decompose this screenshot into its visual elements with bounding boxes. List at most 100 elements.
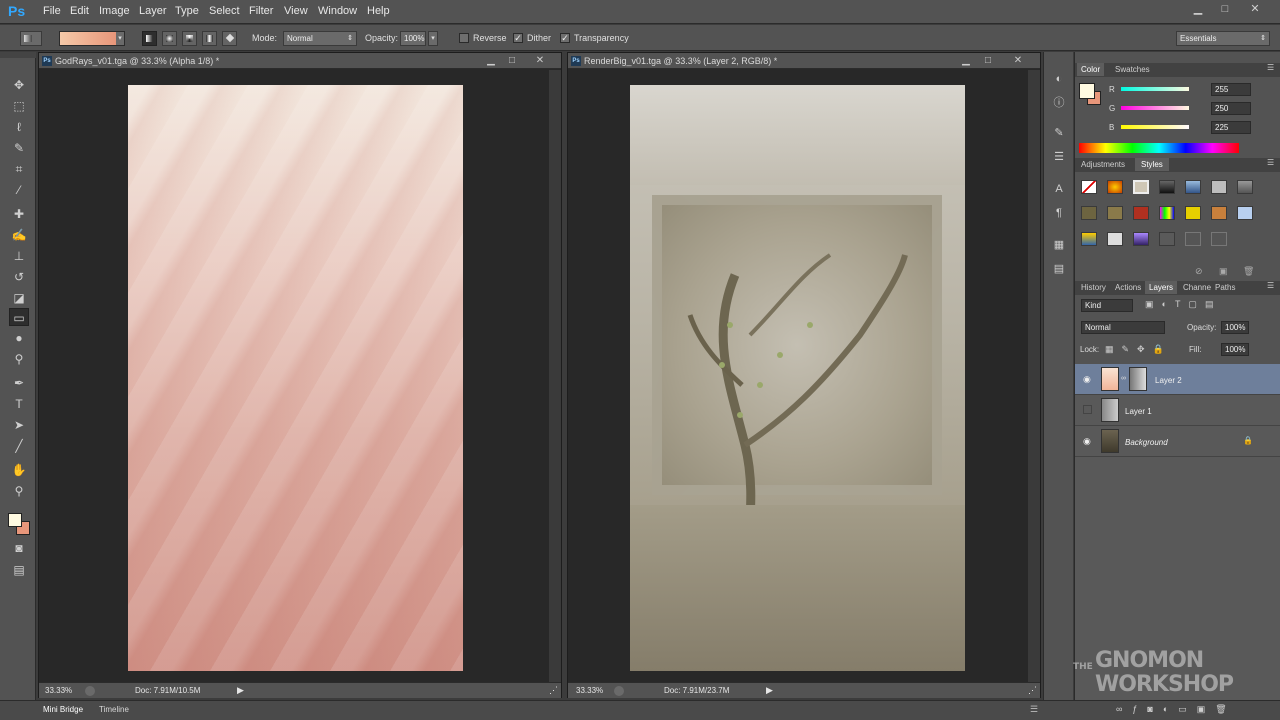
resize-grip-icon[interactable]: ⋰ [1028, 683, 1037, 698]
move-tool-icon[interactable]: ✥ [9, 76, 29, 94]
opacity-input[interactable]: 100% [400, 31, 426, 46]
layer-filter-icons[interactable]: ▣◐T▢▤ [1145, 299, 1221, 310]
tab-channels[interactable]: Channe [1179, 281, 1215, 294]
style-swatch[interactable] [1133, 180, 1149, 194]
style-swatch[interactable] [1211, 232, 1227, 246]
tool-presets-icon[interactable]: ☰ [1052, 150, 1066, 164]
panel-menu-icon[interactable]: ☰ [1267, 63, 1274, 72]
radial-gradient-button[interactable] [162, 31, 177, 46]
mode-select[interactable]: Normal ⇕ [283, 31, 357, 46]
doc-close-button[interactable]: ✕ [532, 53, 548, 69]
style-swatch[interactable] [1081, 180, 1097, 194]
menu-help[interactable]: Help [367, 5, 390, 17]
menu-layer[interactable]: Layer [139, 5, 167, 17]
eraser-tool-icon[interactable]: ◪ [9, 289, 29, 307]
app-maximize-button[interactable]: □ [1214, 2, 1236, 18]
g-slider[interactable] [1121, 106, 1189, 110]
color-foreground-swatch[interactable] [1079, 83, 1095, 99]
dither-checkbox[interactable]: ✓ [513, 33, 523, 43]
new-style-icon[interactable]: ▣ [1219, 266, 1228, 277]
opacity-dropdown-button[interactable]: ▾ [428, 31, 438, 46]
menu-select[interactable]: Select [209, 5, 240, 17]
doc-maximize-button[interactable]: □ [980, 53, 996, 69]
menu-view[interactable]: View [284, 5, 308, 17]
brush-panel-icon[interactable]: ✎ [1052, 126, 1066, 140]
line-tool-icon[interactable]: ╱ [9, 437, 29, 455]
tab-adjustments[interactable]: Adjustments [1077, 158, 1129, 171]
healing-brush-tool-icon[interactable]: ✚ [9, 205, 29, 223]
dodge-tool-icon[interactable]: ⚲ [9, 350, 29, 368]
style-swatch[interactable] [1159, 206, 1175, 220]
style-swatch[interactable] [1185, 180, 1201, 194]
blur-tool-icon[interactable]: ● [9, 329, 29, 347]
panel-menu-icon[interactable]: ☰ [1267, 281, 1274, 290]
lasso-tool-icon[interactable]: ℓ [9, 118, 29, 136]
r-value-input[interactable]: 255 [1211, 83, 1251, 96]
tab-styles[interactable]: Styles [1135, 158, 1169, 171]
style-swatch[interactable] [1211, 180, 1227, 194]
canvas-image-godrays[interactable] [128, 85, 463, 671]
tab-paths[interactable]: Paths [1211, 281, 1239, 294]
style-swatch[interactable] [1133, 232, 1149, 246]
layer-row[interactable]: ◉ ∞ Layer 2 [1075, 364, 1280, 395]
clone-stamp-tool-icon[interactable]: ⊥ [9, 247, 29, 265]
hand-tool-icon[interactable]: ✋ [9, 461, 29, 479]
fill-input[interactable]: 100% [1221, 343, 1249, 356]
b-value-input[interactable]: 225 [1211, 121, 1251, 134]
vertical-scrollbar[interactable] [549, 70, 561, 682]
zoom-tool-icon[interactable]: ⚲ [9, 482, 29, 500]
doc-maximize-button[interactable]: □ [504, 53, 520, 69]
marquee-tool-icon[interactable]: ⬚ [9, 97, 29, 115]
style-swatch[interactable] [1107, 206, 1123, 220]
resize-grip-icon[interactable]: ⋰ [549, 683, 558, 698]
pen-tool-icon[interactable]: ✒ [9, 374, 29, 392]
gradient-tool-icon[interactable]: ▭ [9, 308, 29, 326]
color-spectrum-ramp[interactable] [1079, 143, 1239, 153]
r-slider[interactable] [1121, 87, 1189, 91]
menu-file[interactable]: File [43, 5, 61, 17]
style-swatch[interactable] [1159, 232, 1175, 246]
screen-mode-icon[interactable]: ▤ [9, 561, 29, 579]
style-swatch[interactable] [1185, 206, 1201, 220]
reflected-gradient-button[interactable] [202, 31, 217, 46]
color-panel-icon[interactable]: ◐ [1052, 72, 1066, 86]
brush-tool-icon[interactable]: ✍ [9, 226, 29, 244]
info-panel-icon[interactable]: ⓘ [1052, 96, 1066, 110]
blend-mode-select[interactable]: Normal [1081, 321, 1165, 334]
toolbar-grip[interactable] [0, 52, 36, 58]
transparency-checkbox[interactable]: ✓ [560, 33, 570, 43]
diamond-gradient-button[interactable] [222, 31, 237, 46]
style-swatch[interactable] [1211, 206, 1227, 220]
zoom-level[interactable]: 33.33% [576, 683, 603, 698]
eyedropper-tool-icon[interactable]: ⁄ [9, 181, 29, 199]
character-panel-icon[interactable]: A [1052, 182, 1066, 196]
play-arrow-icon[interactable]: ▶ [237, 683, 244, 698]
reverse-checkbox[interactable] [459, 33, 469, 43]
style-swatch[interactable] [1081, 232, 1097, 246]
paragraph-panel-icon[interactable]: ¶ [1052, 206, 1066, 220]
style-swatch[interactable] [1107, 232, 1123, 246]
app-minimize-button[interactable]: ▁ [1187, 2, 1209, 18]
tab-timeline[interactable]: Timeline [99, 705, 129, 714]
g-value-input[interactable]: 250 [1211, 102, 1251, 115]
menu-filter[interactable]: Filter [249, 5, 273, 17]
lock-icons[interactable]: ▦✎✥🔒 [1105, 344, 1172, 355]
angle-gradient-button[interactable] [182, 31, 197, 46]
eye-icon[interactable]: ◉ [1083, 436, 1091, 447]
zoom-level[interactable]: 33.33% [45, 683, 72, 698]
workspace-select[interactable]: Essentials ⇕ [1176, 31, 1270, 46]
tab-swatches[interactable]: Swatches [1111, 63, 1154, 76]
layer-action-icons[interactable]: ∞ƒ◙◐▭▣🗑 [1116, 704, 1237, 715]
style-swatch[interactable] [1107, 180, 1123, 194]
foreground-color-swatch[interactable] [8, 513, 22, 527]
menu-window[interactable]: Window [318, 5, 357, 17]
style-swatch[interactable] [1133, 206, 1149, 220]
doc-minimize-button[interactable]: ▁ [483, 53, 499, 69]
layer-mask-thumbnail[interactable] [1129, 367, 1147, 391]
status-icon[interactable] [614, 686, 624, 696]
app-close-button[interactable]: ✕ [1244, 2, 1266, 18]
quick-select-tool-icon[interactable]: ✎ [9, 139, 29, 157]
layer-row[interactable]: ◉ Background 🔒 [1075, 426, 1280, 457]
kind-filter-select[interactable]: Kind [1081, 299, 1133, 312]
menu-image[interactable]: Image [99, 5, 130, 17]
